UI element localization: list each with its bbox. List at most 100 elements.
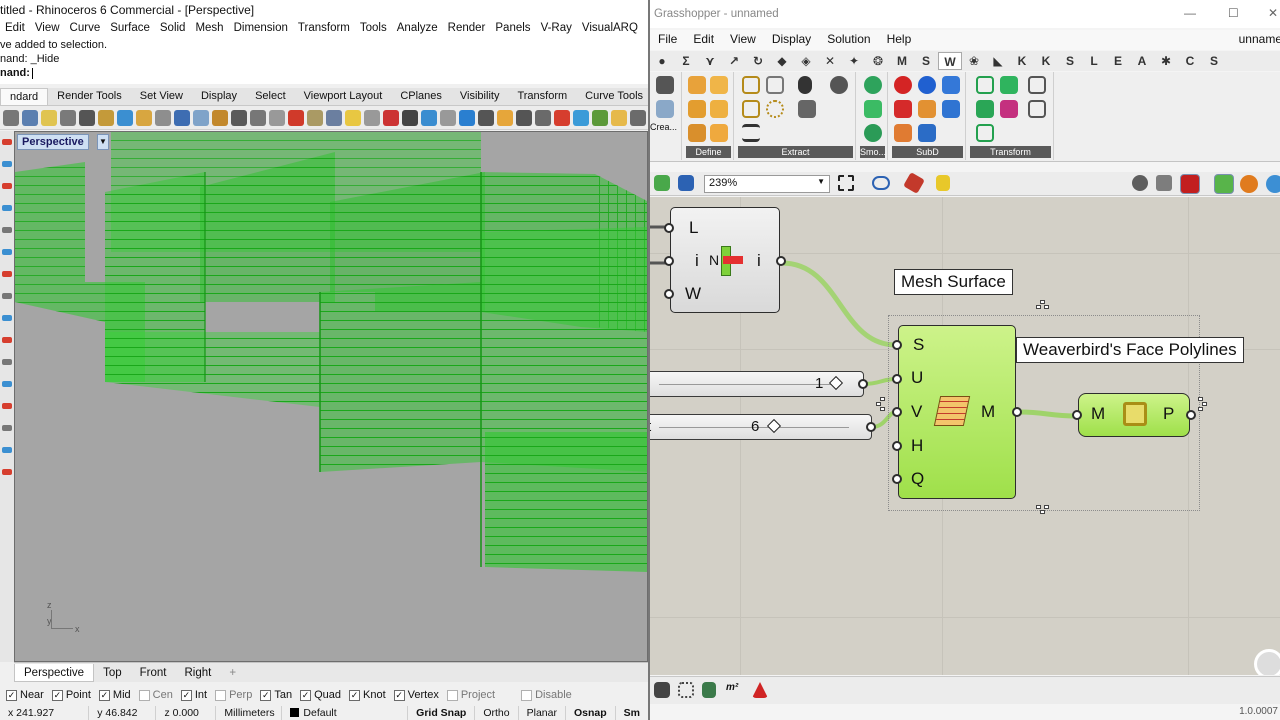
face-polylines-icon[interactable] [742,100,760,118]
osnap-point[interactable]: ✓ Point [51,689,91,701]
s-tab[interactable]: S [1058,52,1082,70]
rhino-tool-icon[interactable] [269,109,285,126]
k-tab[interactable]: K [1034,52,1058,70]
rhino-menu-transform[interactable]: Transform [293,20,355,38]
rhino-menu-v-ray[interactable]: V-Ray [536,20,577,38]
corners-icon[interactable] [766,100,784,118]
viewport-tab-front[interactable]: Front [131,664,176,682]
rhino-tool-icon[interactable] [535,109,551,126]
rhino-tool-icon[interactable] [79,109,95,126]
grid-icon[interactable] [678,682,694,698]
rhino-menu-mesh[interactable]: Mesh [190,20,228,38]
weaverbird-tab[interactable]: W [938,52,962,70]
octahedron-icon[interactable] [688,100,706,118]
side-tool-icon[interactable] [2,469,12,475]
toolbar-tab[interactable]: Render Tools [48,88,131,105]
mesh-tab-icon[interactable]: ◈ [794,52,818,70]
osnap-checkbox[interactable]: ✓ [98,689,110,701]
rhino-tool-icon[interactable] [630,109,646,126]
rhino-tool-icon[interactable] [3,109,19,126]
command-input[interactable] [31,67,33,79]
side-tool-icon[interactable] [2,271,12,277]
osnap-mid[interactable]: ✓ Mid [98,689,131,701]
perspective-viewport[interactable]: Perspective ▼ z y x [14,131,648,662]
osnap-checkbox[interactable] [521,689,533,701]
osnap-checkbox[interactable]: ✓ [180,689,192,701]
transform-icon[interactable] [1000,100,1018,118]
document-icon[interactable] [702,682,716,698]
rhino-tool-icon[interactable] [573,109,589,126]
viewport-tab-right[interactable]: Right [175,664,220,682]
vector-tab-icon[interactable]: ↗ [722,52,746,70]
rhino-tool-icon[interactable] [440,109,456,126]
slider-v[interactable]: t 6 [650,414,872,440]
rhino-tool-icon[interactable] [98,109,114,126]
port-face-P[interactable] [1186,410,1196,420]
osnap-quad[interactable]: ✓ Quad [300,689,341,701]
port-out-M[interactable] [1012,407,1022,417]
rhino-tool-icon[interactable] [288,109,304,126]
rhino-tool-icon[interactable] [459,109,475,126]
face-polylines-component[interactable]: M P [1078,393,1190,437]
viewport-title[interactable]: Perspective [17,134,89,150]
align-handle-icon[interactable] [1036,505,1050,515]
rhino-tool-icon[interactable] [326,109,342,126]
toolbar-tab[interactable]: Transform [508,88,576,105]
side-tool-icon[interactable] [2,337,12,343]
s-tab[interactable]: S [914,52,938,70]
maximize-icon[interactable]: ☐ [1228,6,1239,20]
shaded-preview-icon[interactable] [1180,174,1200,194]
osnap-near[interactable]: ✓ Near [6,689,44,701]
slider-grip[interactable] [766,418,782,434]
sets-tab-icon[interactable]: ⋎ [698,52,722,70]
rhino-menu-view[interactable]: View [30,20,65,38]
rhino-tool-icon[interactable] [212,109,228,126]
face-icon[interactable] [742,76,760,94]
rhino-tool-icon[interactable] [155,109,171,126]
triangle-outline-icon[interactable] [918,124,936,142]
e-tab[interactable]: E [1106,52,1130,70]
rhino-tool-icon[interactable] [307,109,323,126]
plugin-tab-icon[interactable]: ❀ [962,52,986,70]
align-handle-icon[interactable] [876,397,890,411]
viewport-tab-perspective[interactable]: Perspective [14,663,95,682]
render-icon[interactable] [1266,175,1280,193]
pentagon-icon[interactable] [918,100,936,118]
transform-icon[interactable] [1028,76,1046,94]
osnap-cen[interactable]: Cen [138,689,173,701]
add-viewport-icon[interactable]: + [220,664,245,682]
toolbar-tab[interactable]: Curve Tools [576,88,648,105]
plugin-tab-icon[interactable]: ✱ [1154,52,1178,70]
ortho-toggle[interactable]: Ortho [475,706,519,720]
rhino-tool-icon[interactable] [554,109,570,126]
rhino-tool-icon[interactable] [136,109,152,126]
rhino-tool-icon[interactable] [174,109,190,126]
rhino-tool-icon[interactable] [60,109,76,126]
cube-icon[interactable] [710,76,728,94]
osnap-checkbox[interactable] [446,689,458,701]
rhino-tool-icon[interactable] [250,109,266,126]
save-file-icon[interactable] [678,175,694,191]
menu-display[interactable]: Display [764,30,819,50]
osnap-checkbox[interactable] [138,689,150,701]
create-icon[interactable] [656,76,674,94]
smarttrack-toggle[interactable]: Sm [616,706,648,720]
osnap-checkbox[interactable] [215,689,227,701]
rhino-tool-icon[interactable] [592,109,608,126]
settings-gear-icon[interactable] [830,76,848,94]
side-tool-icon[interactable] [2,425,12,431]
icosahedron-icon[interactable] [710,124,728,142]
osnap-checkbox[interactable]: ✓ [51,689,63,701]
subd-icon[interactable] [942,76,960,94]
cleanup-brush-icon[interactable] [936,175,950,191]
diamond-icon[interactable] [894,124,912,142]
osnap-checkbox[interactable]: ✓ [349,689,360,701]
slider-u[interactable]: 1 [650,371,864,397]
maths-tab-icon[interactable]: Σ [674,52,698,70]
naked-edges-icon[interactable] [798,100,816,118]
transform-icon[interactable] [976,76,994,94]
mesh-surface-component[interactable]: S U V H Q M [898,325,1016,499]
osnap-checkbox[interactable]: ✓ [260,689,272,701]
grasshopper-canvas[interactable]: L i W i N 1 t 6 Mesh Surface [650,197,1280,675]
rhino-tool-icon[interactable] [478,109,494,126]
